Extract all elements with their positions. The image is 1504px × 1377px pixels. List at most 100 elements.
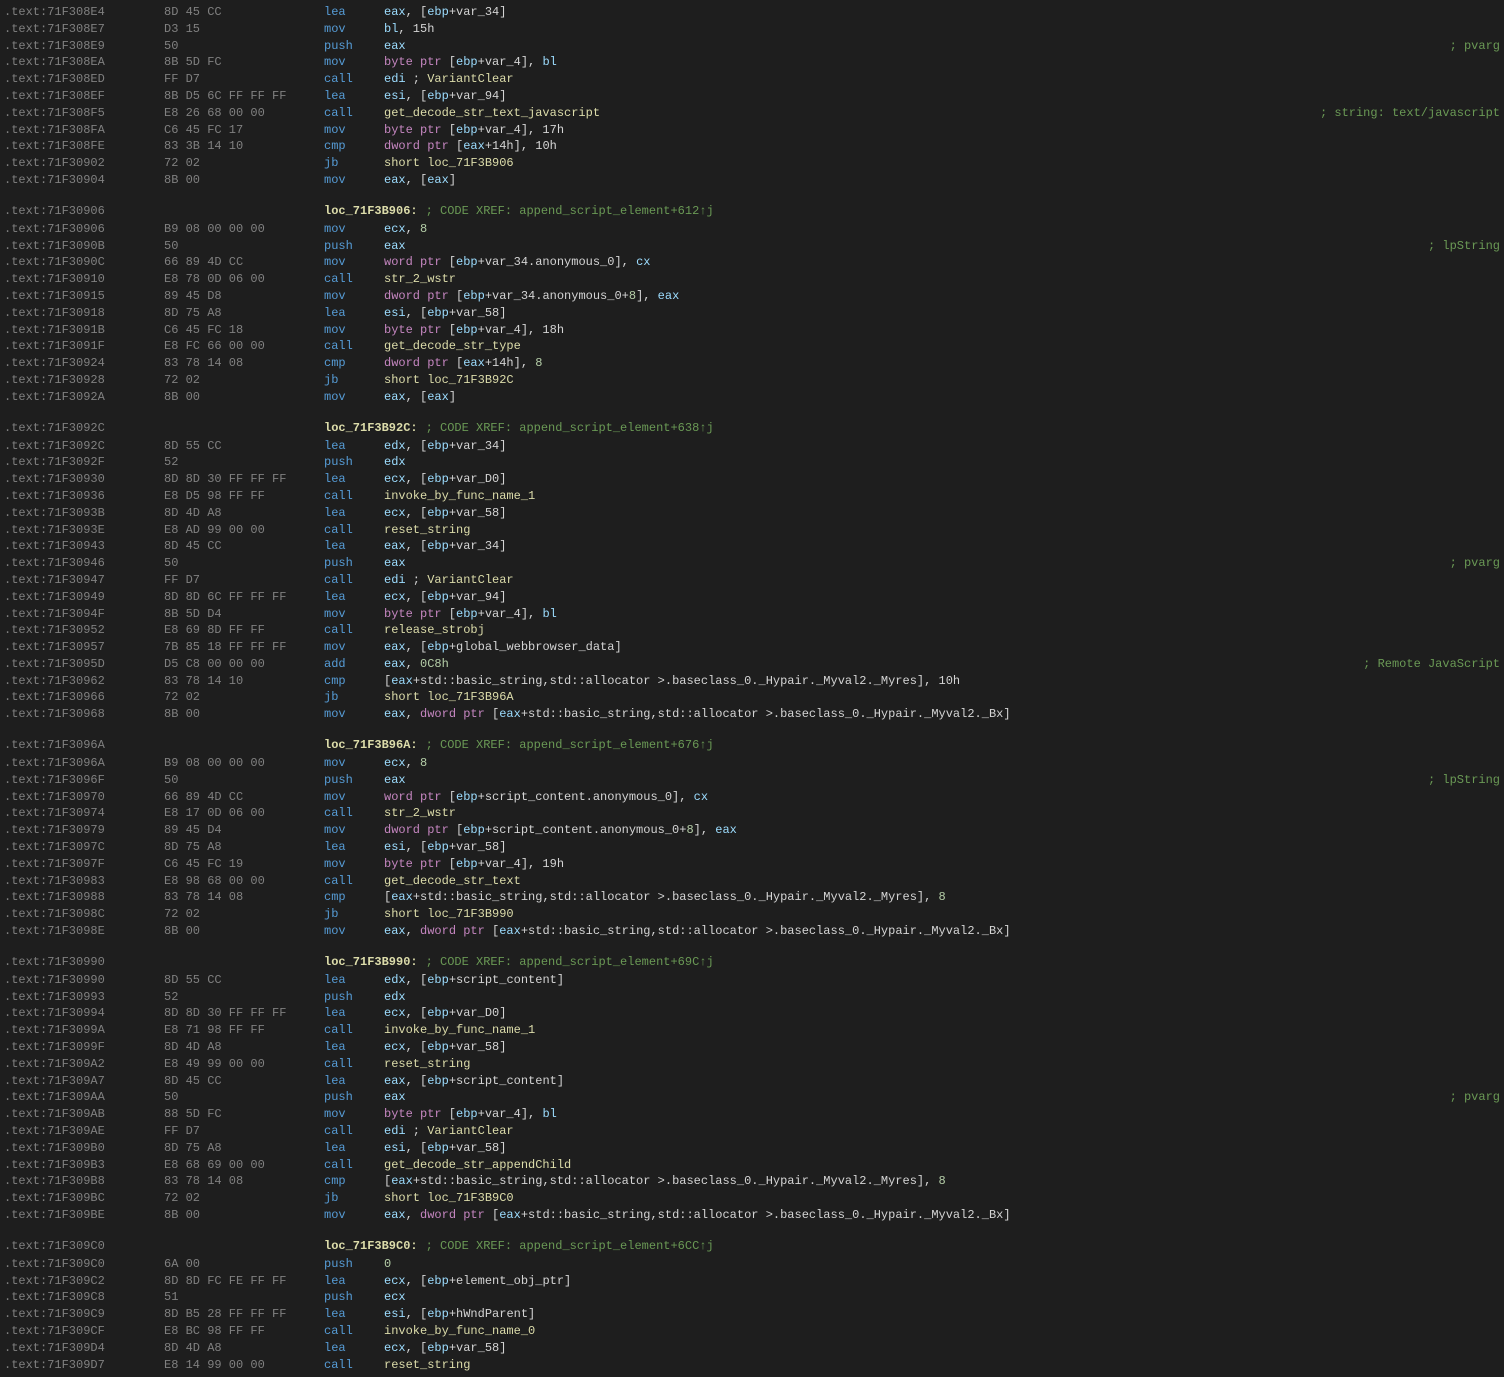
operands: get_decode_str_appendChild <box>384 1157 1500 1174</box>
bytes: E8 AD 99 00 00 <box>164 522 324 539</box>
address: .text:71F3090C <box>4 254 164 271</box>
address: .text:71F309C9 <box>4 1306 164 1323</box>
mnemonic: lea <box>324 4 384 21</box>
bytes: 50 <box>164 238 324 255</box>
label-line: .text:71F309C0 loc_71F3B9C0: ; CODE XREF… <box>0 1238 1504 1256</box>
disasm-line: .text:71F3097F C6 45 FC 19 mov byte ptr … <box>0 856 1504 873</box>
mnemonic: lea <box>324 1306 384 1323</box>
operands: invoke_by_func_name_1 <box>384 488 1500 505</box>
address: .text:71F30957 <box>4 639 164 656</box>
label-line: .text:71F3092C loc_71F3B92C: ; CODE XREF… <box>0 420 1504 438</box>
mnemonic: lea <box>324 538 384 555</box>
address: .text:71F30968 <box>4 706 164 723</box>
bytes: E8 71 98 FF FF <box>164 1022 324 1039</box>
address: .text:71F309BE <box>4 1207 164 1224</box>
bytes: 83 78 14 10 <box>164 673 324 690</box>
address: .text:71F308ED <box>4 71 164 88</box>
address: .text:71F308FE <box>4 138 164 155</box>
bytes: 83 78 14 08 <box>164 355 324 372</box>
operands: reset_string <box>384 1357 1500 1374</box>
address: .text:71F30936 <box>4 488 164 505</box>
address: .text:71F30906 <box>4 203 164 220</box>
mnemonic: push <box>324 454 384 471</box>
address: .text:71F309A2 <box>4 1056 164 1073</box>
mnemonic: mov <box>324 254 384 271</box>
address: .text:71F309C8 <box>4 1289 164 1306</box>
disasm-line: .text:71F3092C 8D 55 CC lea edx, [ebp+va… <box>0 438 1504 455</box>
label-name: loc_71F3B9C0: <box>324 1238 418 1255</box>
operands: ecx <box>384 1289 1500 1306</box>
operands: esi, [ebp+var_94] <box>384 88 1500 105</box>
xref-comment: ; CODE XREF: append_script_element+676↑j <box>418 737 714 754</box>
operands: eax <box>384 238 1420 255</box>
bytes: 8B 00 <box>164 389 324 406</box>
mnemonic: mov <box>324 122 384 139</box>
disasm-line: .text:71F308E4 8D 45 CC lea eax, [ebp+va… <box>0 4 1504 21</box>
blank-line <box>0 406 1504 420</box>
address: .text:71F309B8 <box>4 1173 164 1190</box>
operands: eax <box>384 555 1442 572</box>
bytes: 8D 75 A8 <box>164 1140 324 1157</box>
disasm-line: .text:71F30928 72 02 jb short loc_71F3B9… <box>0 372 1504 389</box>
operands: get_decode_str_text_javascript <box>384 105 1312 122</box>
operands: eax, [ebp+var_34] <box>384 538 1500 555</box>
mnemonic: jb <box>324 1190 384 1207</box>
bytes: E8 69 8D FF FF <box>164 622 324 639</box>
address: .text:71F308F5 <box>4 105 164 122</box>
address: .text:71F3090B <box>4 238 164 255</box>
operands: ecx, [ebp+var_58] <box>384 505 1500 522</box>
mnemonic: mov <box>324 21 384 38</box>
address: .text:71F3097F <box>4 856 164 873</box>
label-line: .text:71F3096A loc_71F3B96A: ; CODE XREF… <box>0 737 1504 755</box>
mnemonic: call <box>324 488 384 505</box>
disasm-line: .text:71F30994 8D 8D 30 FF FF FF lea ecx… <box>0 1005 1504 1022</box>
mnemonic: lea <box>324 305 384 322</box>
mnemonic: mov <box>324 923 384 940</box>
operands: byte ptr [ebp+var_4], bl <box>384 606 1500 623</box>
disasm-line: .text:71F308E7 D3 15 mov bl, 15h <box>0 21 1504 38</box>
address: .text:71F3093E <box>4 522 164 539</box>
mnemonic: mov <box>324 606 384 623</box>
operands: esi, [ebp+hWndParent] <box>384 1306 1500 1323</box>
mnemonic: mov <box>324 288 384 305</box>
xref-comment: ; CODE XREF: append_script_element+638↑j <box>418 420 714 437</box>
operands: edx <box>384 989 1500 1006</box>
operands: 0 <box>384 1256 1500 1273</box>
address: .text:71F30952 <box>4 622 164 639</box>
bytes: 50 <box>164 1089 324 1106</box>
disasm-line: .text:71F3093B 8D 4D A8 lea ecx, [ebp+va… <box>0 505 1504 522</box>
bytes: E8 68 69 00 00 <box>164 1157 324 1174</box>
operands: bl, 15h <box>384 21 1500 38</box>
mnemonic: call <box>324 572 384 589</box>
address: .text:71F309B0 <box>4 1140 164 1157</box>
bytes: C6 45 FC 19 <box>164 856 324 873</box>
mnemonic: mov <box>324 822 384 839</box>
operands: get_decode_str_text <box>384 873 1500 890</box>
disasm-line: .text:71F30930 8D 8D 30 FF FF FF lea ecx… <box>0 471 1504 488</box>
bytes: 8D 45 CC <box>164 538 324 555</box>
address: .text:71F308E7 <box>4 21 164 38</box>
disasm-line: .text:71F3091F E8 FC 66 00 00 call get_d… <box>0 338 1504 355</box>
address: .text:71F3091B <box>4 322 164 339</box>
mnemonic: jb <box>324 689 384 706</box>
bytes: 8D 55 CC <box>164 972 324 989</box>
mnemonic: lea <box>324 1005 384 1022</box>
address: .text:71F30970 <box>4 789 164 806</box>
mnemonic: mov <box>324 755 384 772</box>
bytes: C6 45 FC 17 <box>164 122 324 139</box>
address: .text:71F30962 <box>4 673 164 690</box>
operands: invoke_by_func_name_0 <box>384 1323 1500 1340</box>
address: .text:71F30918 <box>4 305 164 322</box>
comment: ; lpString <box>1420 238 1500 255</box>
disasm-line: .text:71F309C0 6A 00 push 0 <box>0 1256 1504 1273</box>
mnemonic: mov <box>324 389 384 406</box>
bytes: E8 98 68 00 00 <box>164 873 324 890</box>
mnemonic: mov <box>324 322 384 339</box>
operands: invoke_by_func_name_1 <box>384 1022 1500 1039</box>
disasm-line: .text:71F3091B C6 45 FC 18 mov byte ptr … <box>0 322 1504 339</box>
disasm-line: .text:71F309AA 50 push eax ; pvarg <box>0 1089 1504 1106</box>
address: .text:71F3099F <box>4 1039 164 1056</box>
operands: dword ptr [eax+14h], 8 <box>384 355 1500 372</box>
bytes: E8 17 0D 06 00 <box>164 805 324 822</box>
blank-line <box>0 189 1504 203</box>
